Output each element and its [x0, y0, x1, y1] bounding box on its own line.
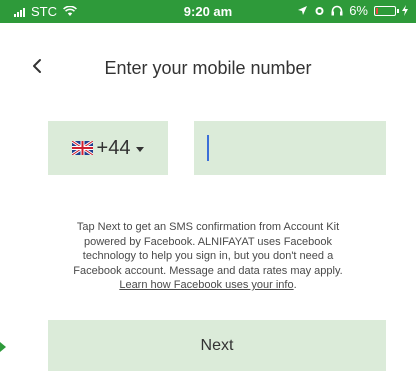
headphones-icon [331, 5, 343, 16]
back-button[interactable] [28, 54, 48, 78]
link-suffix: . [293, 279, 297, 291]
uk-flag-icon [71, 141, 93, 155]
chevron-down-icon [136, 147, 145, 152]
disclaimer-line: powered by Facebook. ALNIFAYAT uses Face… [83, 235, 333, 248]
country-code-picker[interactable]: +44 [48, 121, 168, 175]
battery-icon [374, 5, 399, 16]
status-bar: STC 9:20 am 6% [0, 0, 416, 23]
disclaimer-line: Facebook account. Message and data rates… [73, 264, 343, 277]
disclaimer-line: Tap Next to get an SMS confirmation from… [76, 221, 340, 233]
disclaimer-line: technology to help you sign in, but you … [82, 250, 334, 262]
phone-number-input[interactable] [194, 121, 386, 175]
text-cursor [207, 135, 209, 161]
status-right: 6% [297, 3, 408, 18]
chevron-left-icon [33, 59, 41, 73]
country-code-label: +44 [96, 136, 131, 159]
page-title: Enter your mobile number [104, 58, 312, 78]
learn-more-link[interactable]: Learn how Facebook uses your info [119, 279, 293, 291]
charging-icon [402, 5, 408, 16]
arrow-right-icon [0, 342, 6, 352]
alarm-icon [315, 7, 324, 15]
disclaimer-text: Tap Next to get an SMS confirmation from… [44, 220, 372, 293]
disclaimer-link-line: Learn how Facebook uses your info. [44, 278, 372, 293]
next-button[interactable]: Next [48, 320, 386, 371]
location-icon [298, 6, 308, 15]
battery-percent: 6% [349, 3, 368, 18]
login-screen: STC 9:20 am 6% Enter your mobile number … [0, 0, 416, 371]
